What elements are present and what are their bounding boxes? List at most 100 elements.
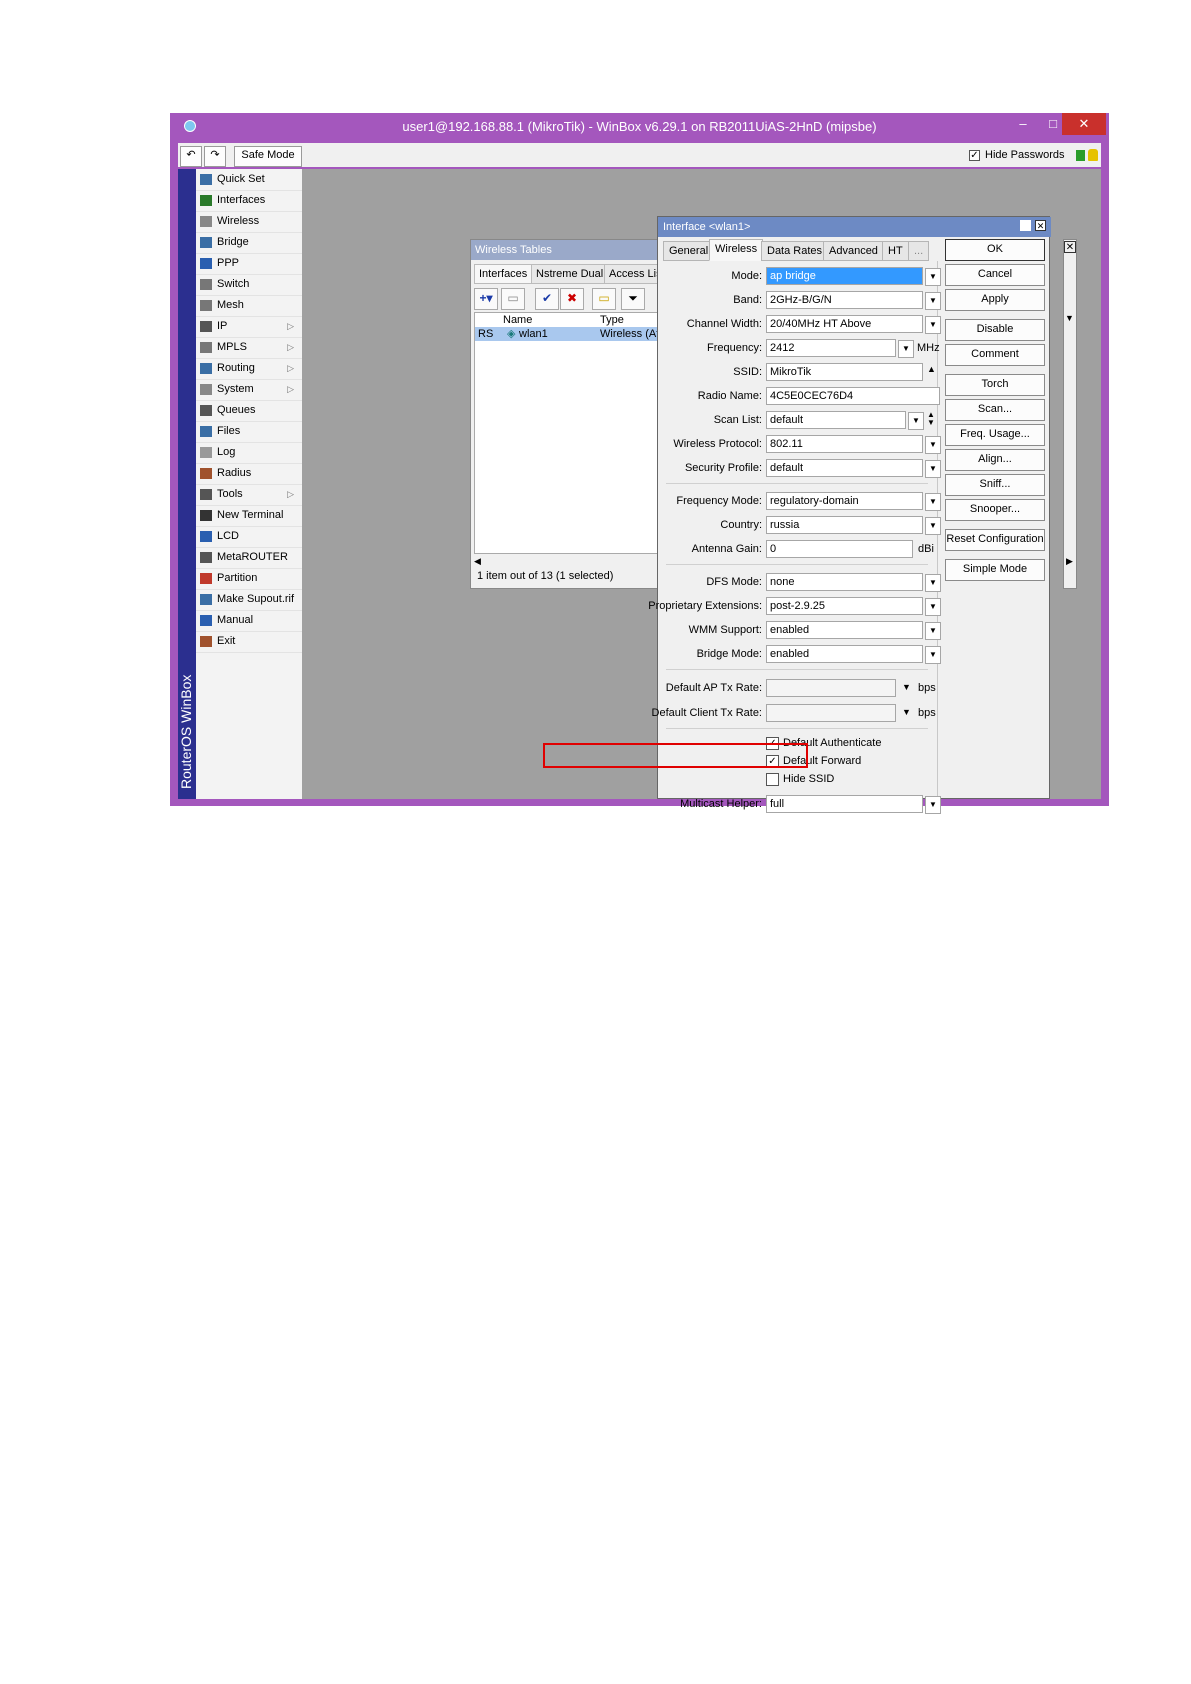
dfs-mode-dropdown-icon[interactable]: ▼	[925, 574, 941, 592]
country-dropdown-icon[interactable]: ▼	[925, 517, 941, 535]
sidebar-item-interfaces[interactable]: Interfaces	[196, 190, 302, 212]
dialog-restore-icon[interactable]	[1020, 220, 1031, 231]
ssid-input[interactable]: MikroTik	[766, 363, 923, 381]
reset-configuration-button[interactable]: Reset Configuration	[945, 529, 1045, 551]
channel-width-dropdown-icon[interactable]: ▼	[925, 316, 941, 334]
remove-icon[interactable]: ▭	[501, 288, 525, 310]
disable-button[interactable]: Disable	[945, 319, 1045, 341]
column-type[interactable]: Type	[600, 314, 624, 326]
sidebar-item-new-terminal[interactable]: New Terminal	[196, 505, 302, 527]
table-row[interactable]: RS ◈ wlan1 Wireless (Athero	[475, 327, 682, 341]
apply-button[interactable]: Apply	[945, 289, 1045, 311]
client-tx-rate-dropdown-icon[interactable]: ▼	[902, 707, 911, 717]
frequency-mode-dropdown-icon[interactable]: ▼	[925, 493, 941, 511]
sidebar-item-radius[interactable]: Radius	[196, 463, 302, 485]
column-name[interactable]: Name	[503, 314, 532, 326]
band-select[interactable]: 2GHz-B/G/N	[766, 291, 923, 309]
enable-icon[interactable]: ✔	[535, 288, 559, 310]
tab-more[interactable]: ...	[908, 241, 929, 261]
sidebar-item-system[interactable]: System▷	[196, 379, 302, 401]
align-button[interactable]: Align...	[945, 449, 1045, 471]
proprietary-extensions-dropdown-icon[interactable]: ▼	[925, 598, 941, 616]
sidebar-item-log[interactable]: Log	[196, 442, 302, 464]
cancel-button[interactable]: Cancel	[945, 264, 1045, 286]
wmm-support-select[interactable]: enabled	[766, 621, 923, 639]
collapse-up-icon[interactable]: ▲	[927, 364, 936, 374]
security-profile-dropdown-icon[interactable]: ▼	[925, 460, 941, 478]
sidebar-item-mesh[interactable]: Mesh	[196, 295, 302, 317]
scan-list-dropdown-icon[interactable]: ▼	[908, 412, 924, 430]
sidebar-item-routing[interactable]: Routing▷	[196, 358, 302, 380]
sidebar-item-manual[interactable]: Manual	[196, 610, 302, 632]
mode-dropdown-icon[interactable]: ▼	[925, 268, 941, 286]
frequency-mode-select[interactable]: regulatory-domain	[766, 492, 923, 510]
default-ap-tx-rate-input[interactable]	[766, 679, 896, 697]
sidebar-item-wireless[interactable]: Wireless	[196, 211, 302, 233]
filter-icon[interactable]: ⏷	[621, 288, 645, 310]
sidebar-item-lcd[interactable]: LCD	[196, 526, 302, 548]
scan-list-select[interactable]: default	[766, 411, 906, 429]
sidebar-item-switch[interactable]: Switch	[196, 274, 302, 296]
comment-icon[interactable]: ▭	[592, 288, 616, 310]
sidebar-item-make-supout-rif[interactable]: Make Supout.rif	[196, 589, 302, 611]
undo-button[interactable]: ↶	[180, 146, 202, 167]
checkbox-unchecked-icon[interactable]	[766, 773, 779, 786]
wireless-protocol-select[interactable]: 802.11	[766, 435, 923, 453]
multicast-helper-select[interactable]: full	[766, 795, 923, 813]
bridge-mode-select[interactable]: enabled	[766, 645, 923, 663]
disable-icon[interactable]: ✖	[560, 288, 584, 310]
frequency-dropdown-icon[interactable]: ▼	[898, 340, 914, 358]
band-dropdown-icon[interactable]: ▼	[925, 292, 941, 310]
sidebar-item-exit[interactable]: Exit	[196, 631, 302, 653]
tab-nstreme-dual[interactable]: Nstreme Dual	[531, 264, 608, 284]
hide-passwords-checkbox[interactable]: ✓	[969, 150, 980, 161]
redo-button[interactable]: ↷	[204, 146, 226, 167]
wmm-support-dropdown-icon[interactable]: ▼	[925, 622, 941, 640]
safe-mode-button[interactable]: Safe Mode	[234, 146, 302, 167]
frequency-select[interactable]: 2412	[766, 339, 896, 357]
dialog-close-icon[interactable]: ✕	[1035, 220, 1046, 231]
sidebar-item-tools[interactable]: Tools▷	[196, 484, 302, 506]
sidebar-item-mpls[interactable]: MPLS▷	[196, 337, 302, 359]
scan-list-updown-icon[interactable]: ▲▼	[927, 411, 935, 427]
default-client-tx-rate-input[interactable]	[766, 704, 896, 722]
scan-button[interactable]: Scan...	[945, 399, 1045, 421]
snooper-button[interactable]: Snooper...	[945, 499, 1045, 521]
country-select[interactable]: russia	[766, 516, 923, 534]
channel-width-select[interactable]: 20/40MHz HT Above	[766, 315, 923, 333]
sidebar-item-ppp[interactable]: PPP	[196, 253, 302, 275]
radio-name-input[interactable]: 4C5E0CEC76D4	[766, 387, 940, 405]
add-icon[interactable]: +▾	[474, 288, 498, 310]
bridge-mode-dropdown-icon[interactable]: ▼	[925, 646, 941, 664]
close-button[interactable]: ✕	[1062, 113, 1106, 135]
tab-general[interactable]: General	[663, 241, 714, 261]
scroll-left-icon[interactable]: ◀	[474, 556, 481, 567]
sidebar-item-partition[interactable]: Partition	[196, 568, 302, 590]
multicast-helper-dropdown-icon[interactable]: ▼	[925, 796, 941, 814]
tab-data-rates[interactable]: Data Rates	[761, 241, 828, 261]
scroll-right-icon[interactable]: ▶	[1066, 556, 1073, 567]
security-profile-select[interactable]: default	[766, 459, 923, 477]
sidebar-item-files[interactable]: Files	[196, 421, 302, 443]
sidebar-item-quick-set[interactable]: Quick Set	[196, 169, 302, 191]
close-window-icon[interactable]: ✕	[1064, 241, 1076, 253]
sidebar-item-ip[interactable]: IP▷	[196, 316, 302, 338]
proprietary-extensions-select[interactable]: post-2.9.25	[766, 597, 923, 615]
torch-button[interactable]: Torch	[945, 374, 1045, 396]
sniff-button[interactable]: Sniff...	[945, 474, 1045, 496]
tab-wireless[interactable]: Wireless	[709, 239, 763, 261]
sidebar-item-queues[interactable]: Queues	[196, 400, 302, 422]
wireless-protocol-dropdown-icon[interactable]: ▼	[925, 436, 941, 454]
dropdown-arrow-icon[interactable]: ▼	[1065, 313, 1074, 323]
freq-usage-button[interactable]: Freq. Usage...	[945, 424, 1045, 446]
minimize-button[interactable]: –	[1008, 113, 1038, 135]
tab-advanced[interactable]: Advanced	[823, 241, 884, 261]
mode-select[interactable]: ap bridge	[766, 267, 923, 285]
antenna-gain-input[interactable]: 0	[766, 540, 913, 558]
tab-interfaces[interactable]: Interfaces	[474, 264, 532, 284]
dfs-mode-select[interactable]: none	[766, 573, 923, 591]
ok-button[interactable]: OK	[945, 239, 1045, 261]
simple-mode-button[interactable]: Simple Mode	[945, 559, 1045, 581]
ap-tx-rate-dropdown-icon[interactable]: ▼	[902, 682, 911, 692]
sidebar-item-metarouter[interactable]: MetaROUTER	[196, 547, 302, 569]
